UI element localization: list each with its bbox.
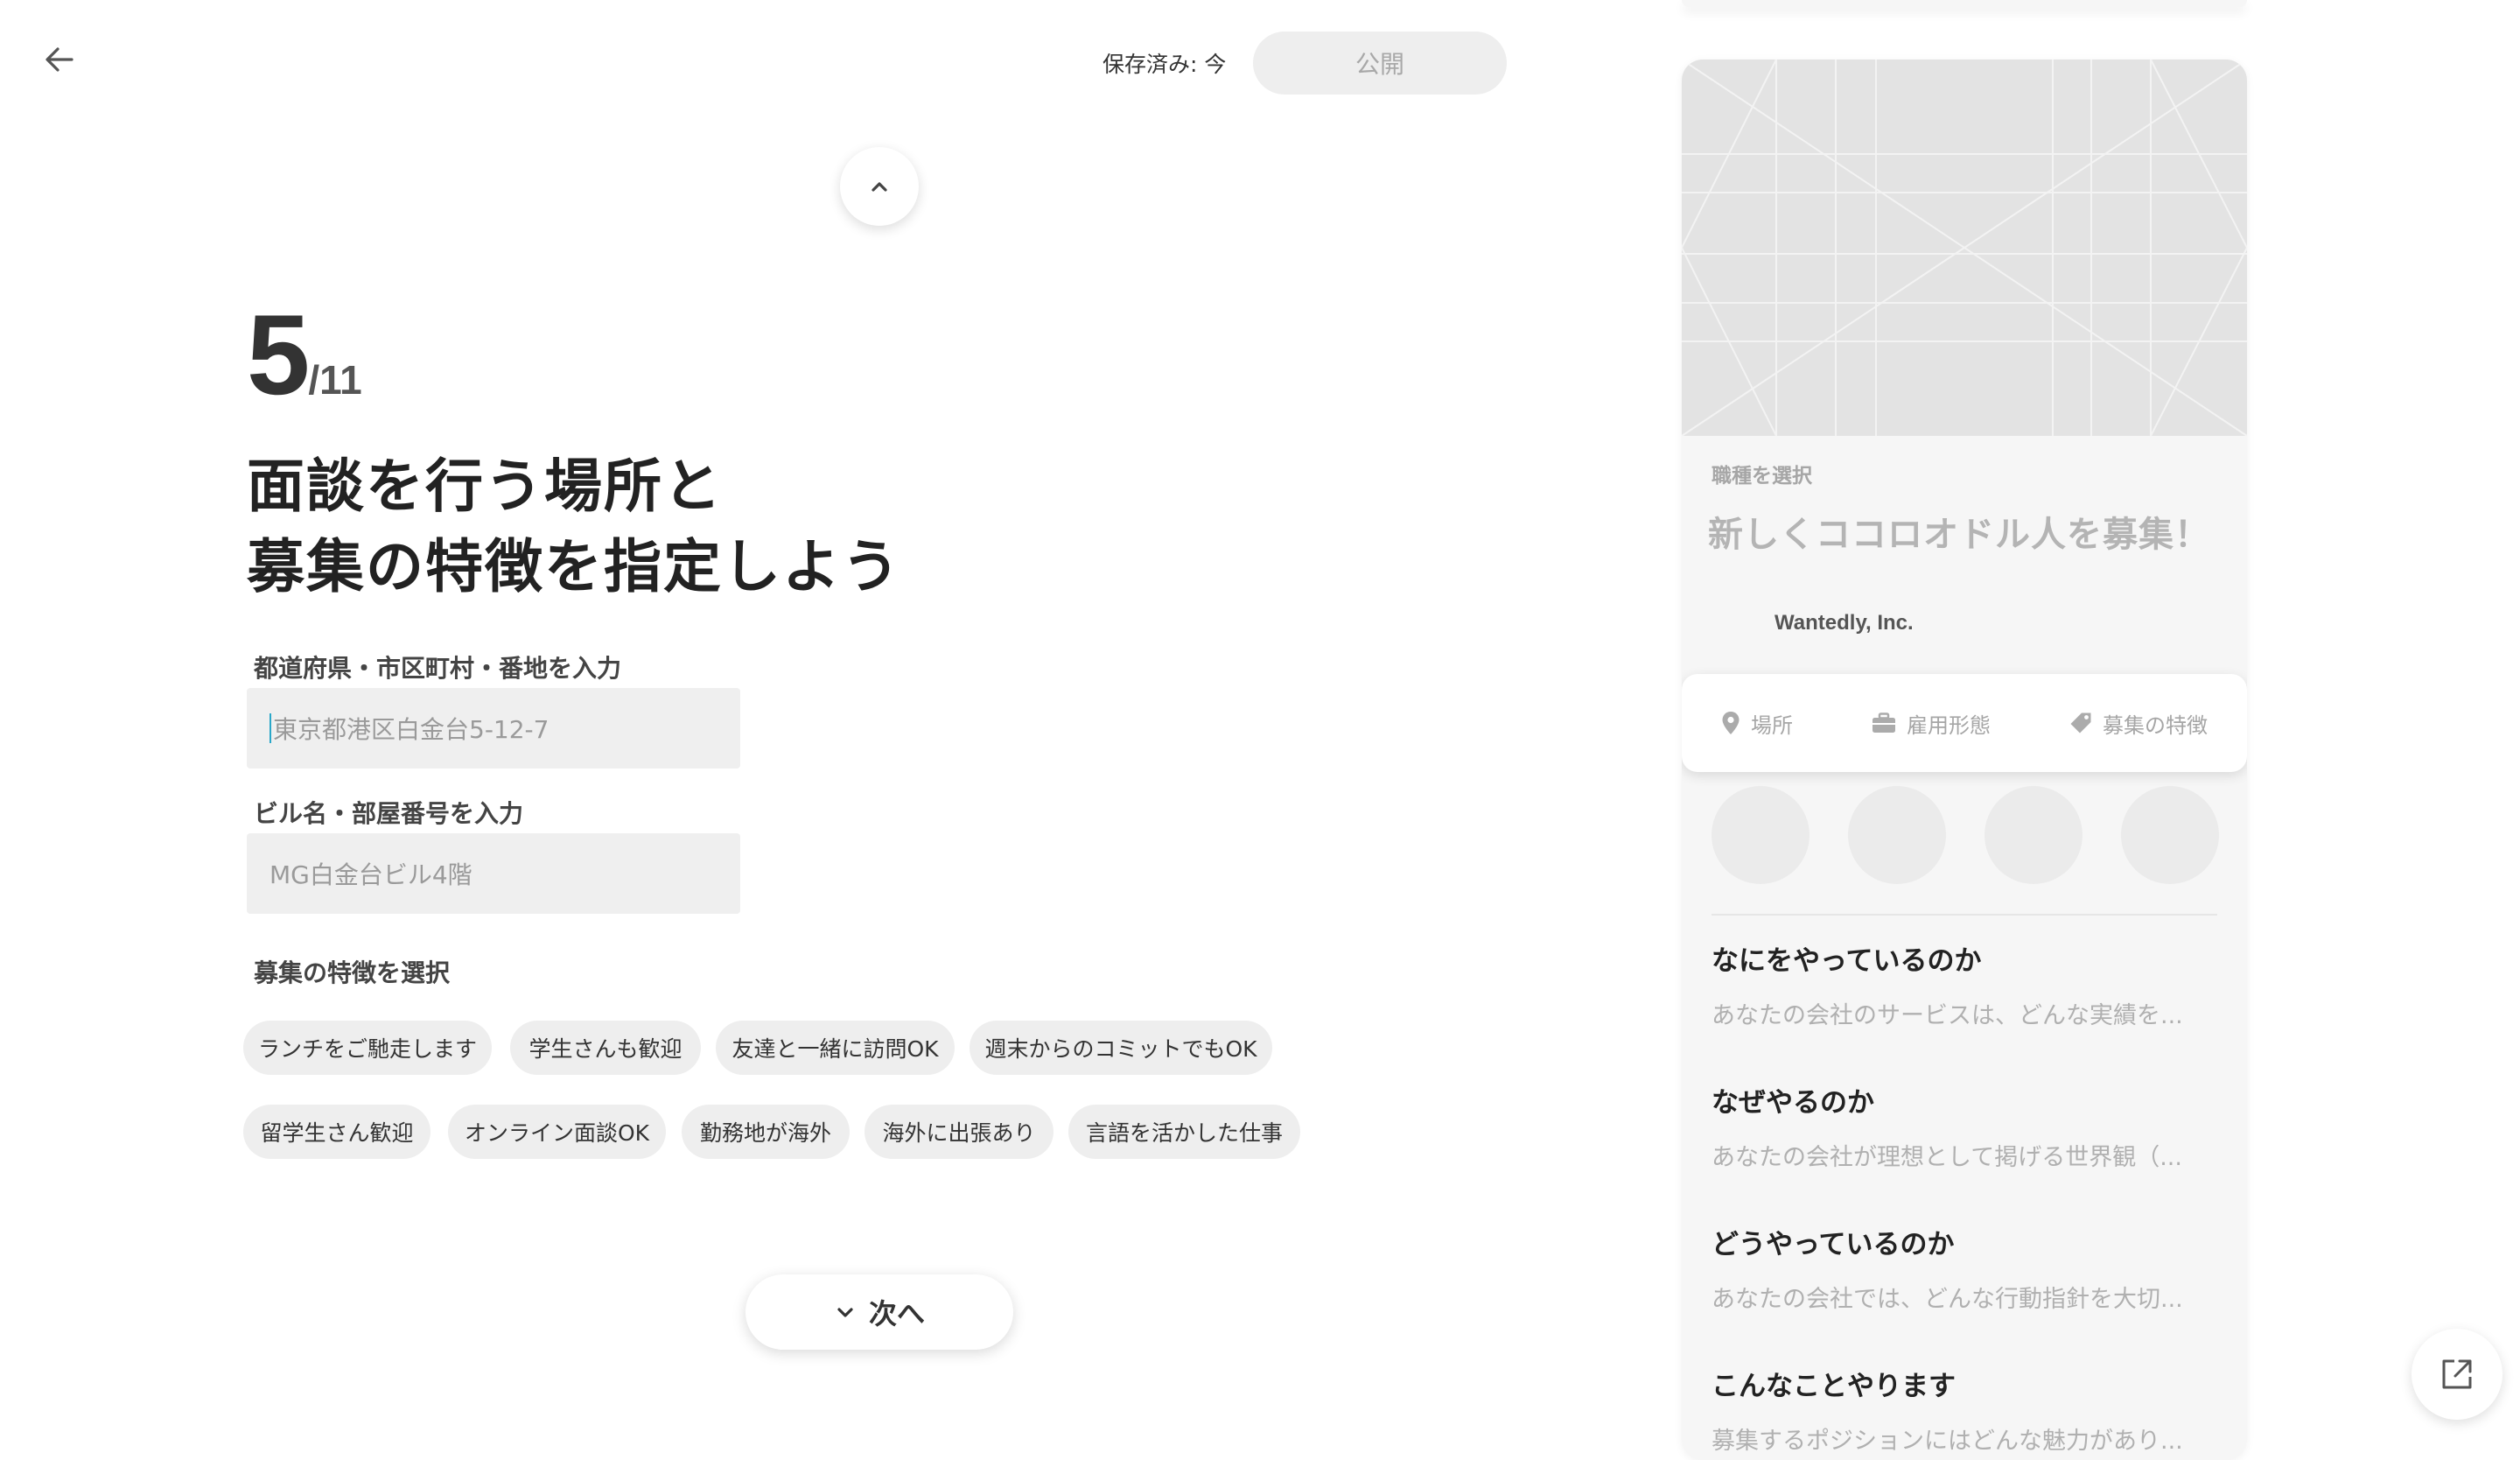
cover-image-placeholder[interactable]: [1682, 60, 2247, 437]
preview-tab-employment: 雇用形態: [1872, 708, 1991, 739]
section-how-heading: どうやっているのか: [1712, 1229, 1955, 1260]
section-what-text: あなたの会社のサービスは、どんな実績を...: [1712, 1002, 2183, 1029]
section-role-text: 募集するポジションにはどんな魅力があり...: [1712, 1428, 2183, 1455]
preview-category: 職種を選択: [1712, 465, 1812, 488]
external-link-icon: [2442, 1359, 2472, 1389]
preview-info-tabs: 場所 雇用形態 募集の特徴: [1682, 674, 2247, 772]
building-placeholder: MG白金台ビル4階: [270, 860, 472, 889]
page-title: 面談を行う場所と 募集の特徴を指定しよう: [247, 446, 901, 607]
building-label: ビル名・部屋番号を入力: [254, 799, 524, 828]
saved-status: 保存済み: 今: [1102, 52, 1227, 77]
section-what-heading: なにをやっているのか: [1712, 945, 1982, 977]
section-role-heading: こんなことやります: [1712, 1371, 1956, 1402]
feature-chip-international[interactable]: 留学生さん歓迎: [243, 1105, 430, 1159]
address-placeholder: 東京都港区白金台5-12-7: [273, 715, 550, 744]
next-label: 次へ: [868, 1297, 925, 1330]
feature-chip-business-trip[interactable]: 海外に出張あり: [864, 1105, 1054, 1159]
arrow-left-icon: [46, 47, 74, 72]
member-avatar-placeholder: [1712, 786, 1810, 884]
feature-chip-online[interactable]: オンライン面談OK: [448, 1105, 666, 1159]
feature-chip-language[interactable]: 言語を活かした仕事: [1068, 1105, 1300, 1159]
features-label: 募集の特徴を選択: [254, 958, 451, 987]
preview-tab-features: 募集の特徴: [2069, 708, 2208, 739]
feature-chip-lunch[interactable]: ランチをご馳走します: [243, 1021, 492, 1075]
step-total: /11: [308, 357, 362, 403]
next-button[interactable]: 次へ: [746, 1274, 1013, 1350]
text-caret: [270, 713, 271, 743]
section-how-text: あなたの会社では、どんな行動指針を大切...: [1712, 1286, 2183, 1313]
preview-tab-employment-label: 雇用形態: [1907, 712, 1991, 738]
chevron-down-icon: [837, 1308, 853, 1317]
location-pin-icon: [1722, 712, 1740, 734]
feature-chip-weekend[interactable]: 週末からのコミットでもOK: [970, 1021, 1272, 1075]
preview-tab-location: 場所: [1721, 708, 1793, 739]
preview-divider: [1712, 914, 2217, 916]
step-counter: 5/11: [247, 298, 362, 411]
image-placeholder-icon: [1682, 60, 2247, 437]
open-preview-button[interactable]: [2412, 1329, 2502, 1420]
page-title-line2: 募集の特徴を指定しよう: [247, 533, 901, 600]
preview-company: Wantedly, Inc.: [1774, 611, 1914, 635]
member-avatar-placeholder: [2121, 786, 2219, 884]
page-title-line1: 面談を行う場所と: [247, 453, 723, 520]
feature-chip-overseas[interactable]: 勤務地が海外: [682, 1105, 850, 1159]
preview-tab-features-label: 募集の特徴: [2103, 712, 2208, 738]
tag-icon: [2070, 712, 2091, 734]
section-why-text: あなたの会社が理想として掲げる世界観（...: [1712, 1144, 2182, 1171]
job-preview-card: 職種を選択 新しくココロオドル人を募集！ Wantedly, Inc. 場所 雇…: [1682, 60, 2247, 1460]
feature-chip-students[interactable]: 学生さんも歓迎: [510, 1021, 701, 1075]
address-input[interactable]: 東京都港区白金台5-12-7: [247, 688, 740, 769]
step-current: 5: [247, 291, 310, 418]
feature-chip-friends[interactable]: 友達と一緒に訪問OK: [716, 1021, 955, 1075]
preview-prev-card-edge: [1682, 0, 2247, 7]
address-label: 都道府県・市区町村・番地を入力: [254, 654, 622, 683]
preview-tab-location-label: 場所: [1751, 712, 1793, 738]
member-avatar-placeholder: [1984, 786, 2082, 884]
preview-title: 新しくココロオドル人を募集！: [1708, 515, 2210, 555]
section-why-heading: なぜやるのか: [1712, 1087, 1874, 1119]
publish-button[interactable]: 公開: [1253, 32, 1507, 95]
previous-step-button[interactable]: [840, 147, 919, 226]
building-input[interactable]: MG白金台ビル4階: [247, 833, 740, 914]
back-button[interactable]: [37, 37, 82, 82]
chevron-up-icon: [872, 182, 887, 192]
briefcase-icon: [1872, 712, 1895, 733]
member-avatar-placeholder: [1848, 786, 1946, 884]
